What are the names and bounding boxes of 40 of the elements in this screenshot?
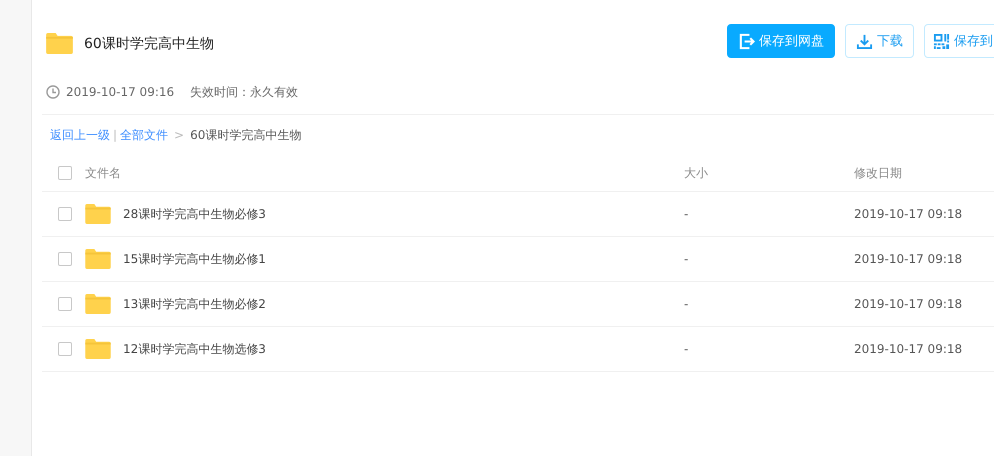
all-files-link[interactable]: 全部文件	[120, 126, 168, 144]
checkbox[interactable]	[58, 342, 72, 356]
file-name[interactable]: 13课时学完高中生物必修2	[123, 296, 266, 312]
save-qr-button[interactable]: 保存到	[924, 24, 994, 58]
file-size: -	[684, 342, 688, 356]
back-link[interactable]: 返回上一级	[50, 126, 110, 144]
file-name[interactable]: 28课时学完高中生物必修3	[123, 206, 266, 222]
breadcrumb-arrow: >	[174, 128, 184, 142]
folder-icon	[46, 33, 73, 54]
breadcrumb-current: 60课时学完高中生物	[190, 126, 302, 144]
column-header: 文件名	[85, 164, 121, 182]
separator: |	[113, 128, 118, 142]
column-header: 大小	[684, 166, 708, 180]
checkbox[interactable]	[58, 297, 72, 311]
folder-icon	[85, 339, 111, 359]
modified-date: 2019-10-17 09:18	[854, 342, 962, 356]
clock-icon	[46, 85, 60, 99]
folder-icon	[85, 249, 111, 269]
checkbox[interactable]	[58, 166, 72, 180]
modified-date: 2019-10-17 09:18	[854, 252, 962, 266]
modified-date: 2019-10-17 09:18	[854, 297, 962, 311]
file-size: -	[684, 252, 688, 266]
file-name[interactable]: 15课时学完高中生物必修1	[123, 250, 266, 268]
file-size: -	[684, 207, 688, 221]
folder-icon	[85, 204, 111, 224]
file-size: -	[684, 297, 688, 311]
download-button[interactable]: 下载	[845, 24, 914, 58]
qr-code-icon	[933, 32, 950, 50]
modified-date: 2019-10-17 09:18	[854, 207, 962, 221]
folder-icon	[85, 294, 111, 314]
checkbox[interactable]	[58, 207, 72, 221]
save-to-cloud-button[interactable]: 保存到网盘	[727, 24, 835, 58]
export-icon	[738, 32, 755, 50]
share-title: 60课时学完高中生物	[84, 35, 214, 53]
share-time: 2019-10-17 09:16	[66, 85, 174, 99]
expiry-text: 失效时间：永久有效	[190, 84, 298, 100]
download-icon	[856, 32, 873, 50]
checkbox[interactable]	[58, 252, 72, 266]
file-name[interactable]: 12课时学完高中生物选修3	[123, 340, 266, 358]
column-header: 修改日期	[854, 166, 902, 180]
